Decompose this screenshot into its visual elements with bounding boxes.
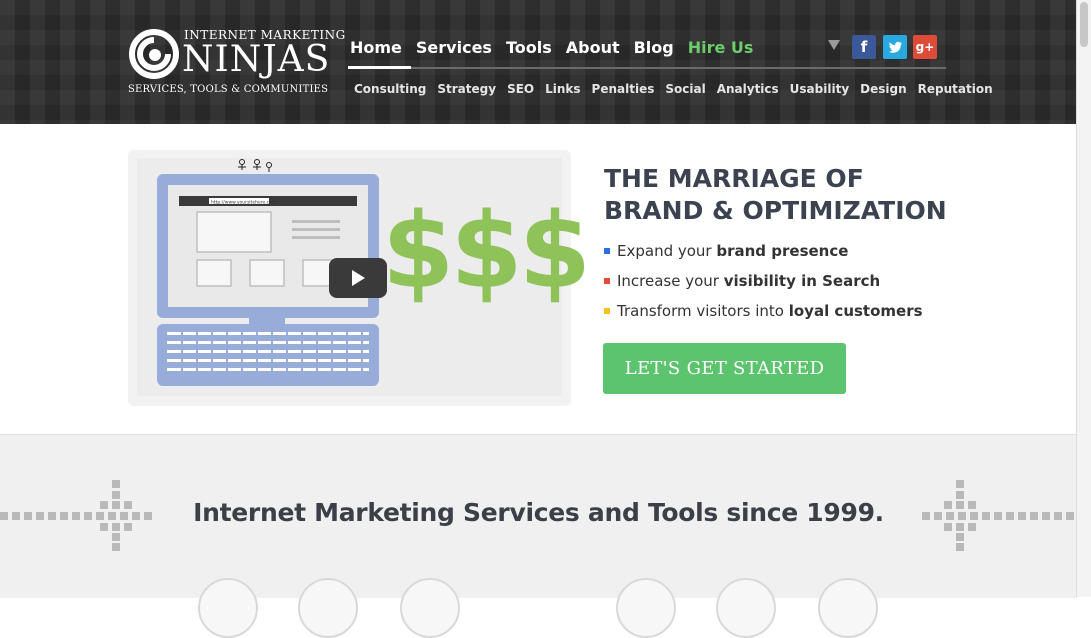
subnav-social[interactable]: Social <box>665 81 705 97</box>
get-started-button[interactable]: LET'S GET STARTED <box>603 343 846 394</box>
facebook-icon[interactable]: f <box>852 35 876 59</box>
subnav-strategy[interactable]: Strategy <box>437 81 496 97</box>
sub-nav: Consulting Strategy SEO Links Penalties … <box>354 81 1004 97</box>
service-icon[interactable] <box>818 578 878 638</box>
subnav-usability[interactable]: Usability <box>790 81 849 97</box>
bullet-dot-red <box>604 278 610 284</box>
bullet-text: Transform visitors into <box>617 302 789 320</box>
service-icon[interactable] <box>198 578 258 638</box>
bullet-bold: visibility in Search <box>723 272 881 290</box>
play-icon[interactable] <box>329 258 387 298</box>
nav-hire-us[interactable]: Hire Us <box>688 38 754 68</box>
section-title: Internet Marketing Services and Tools si… <box>193 498 884 527</box>
nav-divider <box>348 67 946 69</box>
video-frame: http://www.yoursitehere.com $$$ <box>137 158 591 396</box>
nav-active-indicator <box>348 66 411 69</box>
subnav-reputation[interactable]: Reputation <box>918 81 993 97</box>
logo-brand: NINJAS <box>182 39 331 80</box>
service-icon[interactable] <box>400 578 460 638</box>
subnav-design[interactable]: Design <box>860 81 907 97</box>
nav-blog[interactable]: Blog <box>634 38 674 68</box>
bullet-bold: loyal customers <box>788 302 923 320</box>
dropdown-arrow-icon[interactable] <box>828 40 840 50</box>
site-header: INTERNET MARKETING NINJAS SERVICES, TOOL… <box>0 0 1077 124</box>
subnav-seo[interactable]: SEO <box>507 81 534 97</box>
dollar-signs: $$$ <box>382 190 591 312</box>
nav-about[interactable]: About <box>566 38 620 68</box>
main-nav: Home Services Tools About Blog Hire Us <box>350 38 767 68</box>
subnav-consulting[interactable]: Consulting <box>354 81 426 97</box>
hero-video[interactable]: http://www.yoursitehere.com $$$ <box>128 150 591 406</box>
services-section: Internet Marketing Services and Tools si… <box>0 434 1077 638</box>
logo-tagline-bottom: SERVICES, TOOLS & COMMUNITIES <box>128 84 329 95</box>
nav-tools[interactable]: Tools <box>506 38 552 68</box>
bullet-dot-blue <box>604 248 610 254</box>
subnav-links[interactable]: Links <box>545 81 580 97</box>
site-logo[interactable]: INTERNET MARKETING NINJAS SERVICES, TOOL… <box>128 28 345 98</box>
twitter-bird-icon <box>889 41 902 53</box>
vertical-scrollbar[interactable] <box>1076 0 1091 597</box>
nav-services[interactable]: Services <box>416 38 492 68</box>
service-icon[interactable] <box>716 578 776 638</box>
google-plus-icon[interactable]: g+ <box>913 35 937 59</box>
ninja-swirl-icon <box>129 29 179 79</box>
bullet-text: Increase your <box>617 272 724 290</box>
service-icon[interactable] <box>616 578 676 638</box>
scrollbar-thumb[interactable] <box>1080 2 1088 47</box>
bullet-dot-yellow <box>604 308 610 314</box>
nav-home[interactable]: Home <box>350 38 402 68</box>
url-text: http://www.yoursitehere.com <box>211 200 276 206</box>
bullet-text: Expand your <box>617 242 717 260</box>
twitter-icon[interactable] <box>883 35 907 59</box>
bullet-bold: brand presence <box>716 242 849 260</box>
service-icon[interactable] <box>298 578 358 638</box>
subnav-penalties[interactable]: Penalties <box>592 81 655 97</box>
hero-title: THE MARRIAGE OF BRAND & OPTIMIZATION <box>604 164 947 225</box>
subnav-analytics[interactable]: Analytics <box>717 81 779 97</box>
